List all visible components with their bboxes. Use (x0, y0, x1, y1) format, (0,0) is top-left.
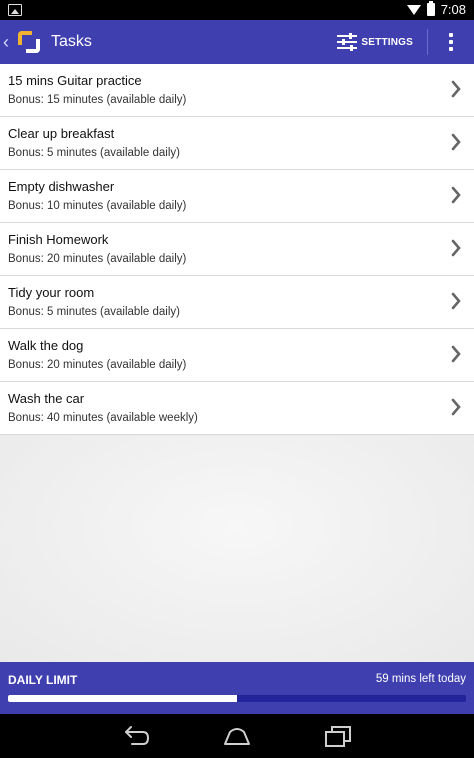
task-row[interactable]: Finish Homework Bonus: 20 minutes (avail… (0, 223, 474, 276)
chevron-right-icon (451, 398, 461, 416)
task-bonus: Bonus: 20 minutes (available daily) (8, 253, 187, 265)
more-vert-icon[interactable] (440, 20, 462, 64)
recents-icon[interactable] (323, 724, 353, 748)
settings-button[interactable]: SETTINGS (331, 20, 421, 64)
page-title: Tasks (51, 33, 92, 50)
back-icon[interactable] (121, 724, 151, 748)
chevron-right-icon (451, 345, 461, 363)
daily-limit-label: DAILY LIMIT (8, 673, 78, 687)
task-name: Finish Homework (8, 232, 109, 247)
wifi-icon (406, 4, 421, 15)
task-row[interactable]: Clear up breakfast Bonus: 5 minutes (ava… (0, 117, 474, 170)
chevron-right-icon (451, 292, 461, 310)
task-row[interactable]: Tidy your room Bonus: 5 minutes (availab… (0, 276, 474, 329)
task-bonus: Bonus: 15 minutes (available daily) (8, 94, 187, 106)
task-name: 15 mins Guitar practice (8, 73, 142, 88)
task-name: Empty dishwasher (8, 179, 115, 194)
empty-content-area (0, 436, 474, 662)
chevron-right-icon (451, 239, 461, 257)
sliders-icon (337, 33, 358, 51)
task-row[interactable]: Walk the dog Bonus: 20 minutes (availabl… (0, 329, 474, 382)
home-icon[interactable] (222, 724, 252, 748)
action-bar: ‹ Tasks SETTINGS (0, 20, 474, 64)
status-time: 7:08 (440, 2, 466, 17)
task-bonus: Bonus: 10 minutes (available daily) (8, 200, 187, 212)
daily-limit-bar: DAILY LIMIT 59 mins left today (0, 662, 474, 714)
battery-icon (426, 1, 435, 16)
task-name: Wash the car (8, 391, 85, 406)
action-bar-divider (427, 29, 428, 55)
app-logo-icon[interactable] (18, 31, 40, 53)
task-bonus: Bonus: 40 minutes (available weekly) (8, 412, 198, 424)
task-bonus: Bonus: 20 minutes (available daily) (8, 359, 187, 371)
task-name: Tidy your room (8, 285, 95, 300)
chevron-right-icon (451, 186, 461, 204)
task-list: 15 mins Guitar practice Bonus: 15 minute… (0, 64, 474, 435)
chevron-left-icon[interactable]: ‹ (3, 32, 15, 53)
daily-limit-progress-track (8, 695, 466, 702)
task-name: Walk the dog (8, 338, 84, 353)
daily-limit-progress-fill (8, 695, 237, 702)
status-bar: 7:08 (0, 0, 474, 20)
system-nav-bar (0, 714, 474, 758)
chevron-right-icon (451, 133, 461, 151)
chevron-right-icon (451, 80, 461, 98)
image-notification-icon (8, 4, 22, 16)
task-row[interactable]: 15 mins Guitar practice Bonus: 15 minute… (0, 64, 474, 117)
task-bonus: Bonus: 5 minutes (available daily) (8, 306, 180, 318)
task-bonus: Bonus: 5 minutes (available daily) (8, 147, 180, 159)
settings-label: SETTINGS (361, 36, 413, 48)
task-row[interactable]: Empty dishwasher Bonus: 10 minutes (avai… (0, 170, 474, 223)
task-row[interactable]: Wash the car Bonus: 40 minutes (availabl… (0, 382, 474, 435)
task-name: Clear up breakfast (8, 126, 115, 141)
daily-limit-remaining: 59 mins left today (375, 673, 466, 685)
